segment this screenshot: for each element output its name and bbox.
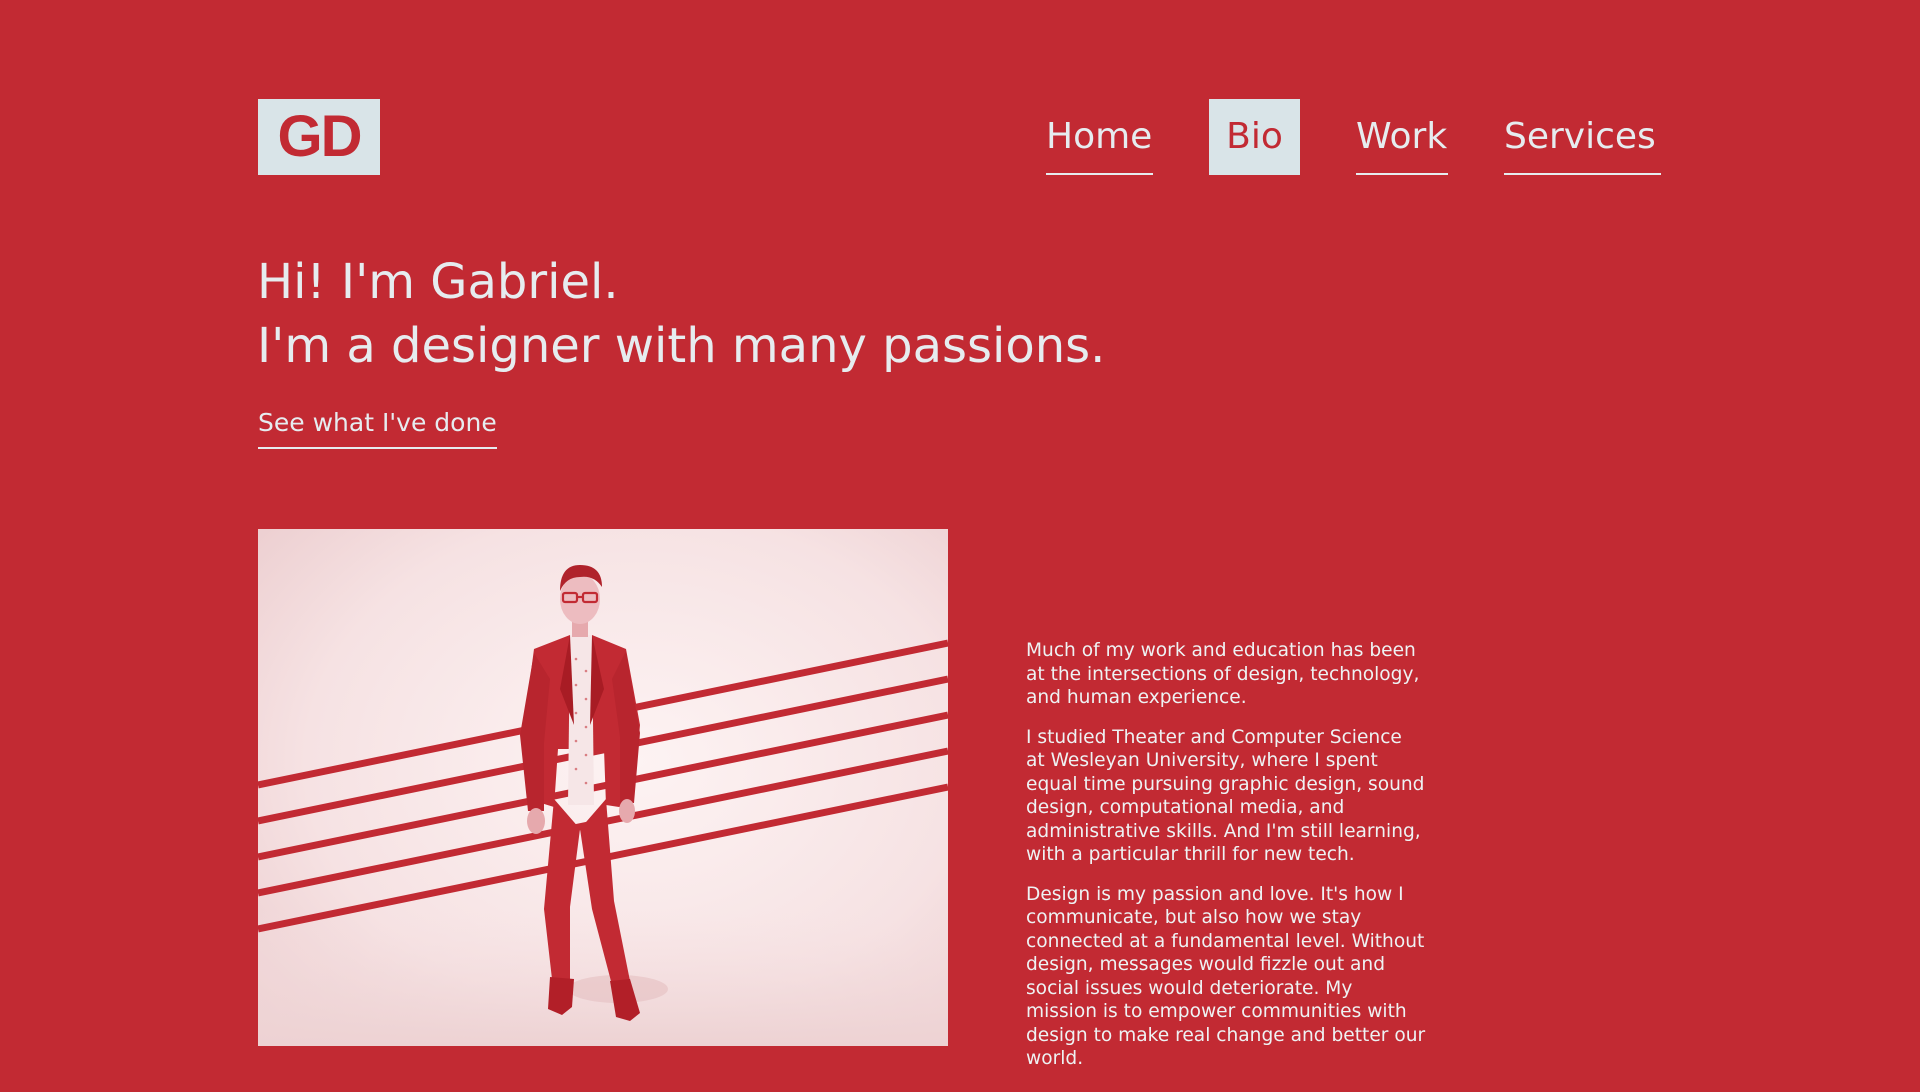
hero-greeting: Hi! I'm Gabriel. [257,254,619,310]
nav-work[interactable]: Work [1356,99,1448,175]
nav-bio[interactable]: Bio [1209,99,1300,175]
hero-tagline: I'm a designer with many passions. [257,318,1106,374]
bio-text: Much of my work and education has been a… [1026,639,1426,1087]
nav-home[interactable]: Home [1046,99,1153,175]
bio-paragraph: Much of my work and education has been a… [1026,640,1420,708]
bio-paragraph: I studied Theater and Computer Science a… [1026,726,1425,866]
logo[interactable]: GD [258,99,380,175]
bio-paragraph: Design is my passion and love. It's how … [1026,883,1426,1070]
portrait-photo [258,529,948,1046]
see-work-link[interactable]: See what I've done [258,403,497,449]
nav-services[interactable]: Services [1504,99,1661,175]
hero-headline: Hi! I'm Gabriel. I'm a designer with man… [257,250,1105,378]
